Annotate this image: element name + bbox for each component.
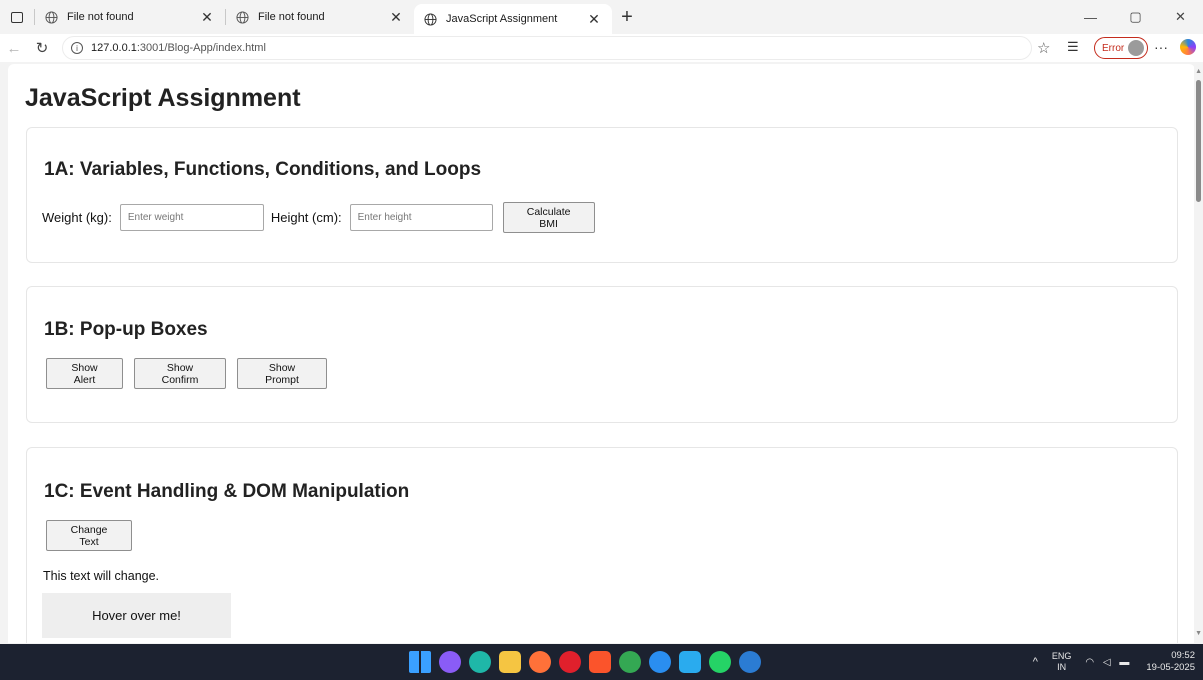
close-icon[interactable]: ✕ <box>199 9 215 26</box>
new-tab-button[interactable]: + <box>612 6 642 29</box>
language-indicator[interactable]: ENG IN <box>1052 651 1072 673</box>
back-button[interactable]: ← <box>0 40 28 57</box>
close-icon[interactable]: ✕ <box>388 9 404 26</box>
navigation-bar: ← ↻ i 127.0.0.1:3001/Blog-App/index.html… <box>0 34 1203 62</box>
clock[interactable]: 09:52 19-05-2025 <box>1146 650 1195 674</box>
maximize-button[interactable]: ▢ <box>1113 0 1158 34</box>
show-prompt-button[interactable]: Show Prompt <box>237 358 327 389</box>
scroll-down-icon[interactable]: ▼ <box>1195 630 1202 637</box>
section-1b: 1B: Pop-up Boxes Show Alert Show Confirm… <box>26 286 1178 423</box>
reload-button[interactable]: ↻ <box>28 39 56 57</box>
page-viewport: JavaScript Assignment 1A: Variables, Fun… <box>8 64 1195 643</box>
vscode-icon[interactable] <box>649 651 671 673</box>
edge-icon[interactable] <box>469 651 491 673</box>
globe-icon <box>424 12 437 26</box>
show-alert-button[interactable]: Show Alert <box>46 358 123 389</box>
copilot-icon[interactable] <box>439 651 461 673</box>
section-1c-heading: 1C: Event Handling & DOM Manipulation <box>44 481 410 502</box>
scroll-up-icon[interactable]: ▲ <box>1195 68 1202 75</box>
opera-icon[interactable] <box>559 651 581 673</box>
minimize-button[interactable]: — <box>1068 0 1113 34</box>
url-host: 127.0.0.1 <box>91 42 137 54</box>
favorites-icon[interactable]: ☰ <box>1067 39 1079 55</box>
section-1a-heading: 1A: Variables, Functions, Conditions, an… <box>44 159 482 180</box>
page-title: JavaScript Assignment <box>25 84 301 112</box>
tab-bar: File not found ✕ File not found ✕ JavaSc… <box>0 0 1203 34</box>
hover-box[interactable]: Hover over me! <box>42 593 231 638</box>
tab-file-not-found-1[interactable]: File not found ✕ <box>35 0 225 34</box>
error-label: Error <box>1102 42 1125 54</box>
section-1a: 1A: Variables, Functions, Conditions, an… <box>26 127 1178 263</box>
tab-javascript-assignment[interactable]: JavaScript Assignment ✕ <box>414 4 612 34</box>
height-input[interactable] <box>349 204 493 231</box>
avatar <box>1128 40 1145 56</box>
copilot-icon[interactable] <box>1180 39 1196 55</box>
word-icon[interactable] <box>739 651 761 673</box>
address-bar[interactable]: i 127.0.0.1:3001/Blog-App/index.html <box>62 36 1032 60</box>
profile-error-button[interactable]: Error <box>1094 37 1148 59</box>
system-tray: ^ ENG IN ◠ ◁ ▬ 09:52 19-05-2025 <box>1033 644 1195 680</box>
taskbar-apps <box>409 651 761 673</box>
lang-top: ENG <box>1051 651 1072 661</box>
globe-icon <box>236 10 249 24</box>
height-label: Height (cm): <box>270 210 342 225</box>
brave-icon[interactable] <box>589 651 611 673</box>
scrollbar-thumb[interactable] <box>1196 80 1201 202</box>
url-path: :3001/Blog-App/index.html <box>136 42 266 54</box>
lang-bottom: IN <box>1057 662 1067 672</box>
taskbar: ^ ENG IN ◠ ◁ ▬ 09:52 19-05-2025 <box>0 644 1203 680</box>
favorite-star-icon[interactable]: ☆ <box>1037 39 1050 57</box>
tab-actions-icon <box>11 11 23 23</box>
more-options-icon[interactable]: ··· <box>1154 39 1168 55</box>
section-1c: 1C: Event Handling & DOM Manipulation Ch… <box>26 447 1178 643</box>
tab-label: File not found <box>258 11 325 23</box>
whatsapp-icon[interactable] <box>709 651 731 673</box>
change-text-button[interactable]: Change Text <box>46 520 132 551</box>
globe-icon <box>45 10 58 24</box>
bmi-form: Weight (kg): Height (cm): Calculate BMI <box>42 202 595 233</box>
close-icon[interactable]: ✕ <box>586 11 602 28</box>
clock-time: 09:52 <box>1171 650 1195 661</box>
chrome-icon[interactable] <box>619 651 641 673</box>
telegram-icon[interactable] <box>679 651 701 673</box>
change-text-row: Change Text <box>46 520 132 551</box>
tab-label: File not found <box>67 11 134 23</box>
tab-label: JavaScript Assignment <box>446 13 558 25</box>
changeable-text: This text will change. <box>43 569 160 583</box>
popup-buttons: Show Alert Show Confirm Show Prompt <box>46 358 327 389</box>
weight-input[interactable] <box>119 204 264 231</box>
section-1b-heading: 1B: Pop-up Boxes <box>44 319 208 340</box>
weight-label: Weight (kg): <box>42 210 112 225</box>
calculate-bmi-button[interactable]: Calculate BMI <box>502 202 595 233</box>
tray-overflow-icon[interactable]: ^ <box>1033 656 1038 668</box>
show-confirm-button[interactable]: Show Confirm <box>134 358 226 389</box>
clock-date: 19-05-2025 <box>1146 662 1195 673</box>
tab-actions-button[interactable] <box>0 0 34 34</box>
window-close-button[interactable]: ✕ <box>1158 0 1203 34</box>
windows-start-icon[interactable] <box>409 651 431 673</box>
info-icon[interactable]: i <box>71 42 83 54</box>
window-controls: — ▢ ✕ <box>1068 0 1203 34</box>
file-explorer-icon[interactable] <box>499 651 521 673</box>
firefox-icon[interactable] <box>529 651 551 673</box>
wifi-volume-battery-icons[interactable]: ◠ ◁ ▬ <box>1085 657 1132 668</box>
tab-file-not-found-2[interactable]: File not found ✕ <box>226 0 414 34</box>
